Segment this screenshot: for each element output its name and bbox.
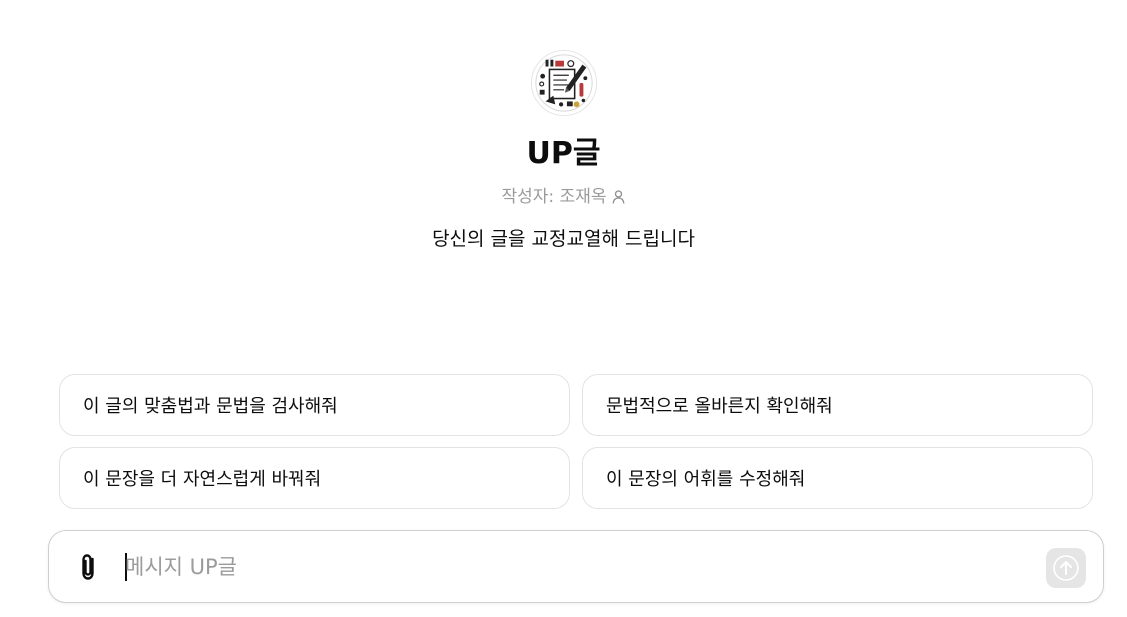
attach-button[interactable] <box>73 551 105 583</box>
author-label: 작성자: 조재옥 <box>501 187 607 207</box>
message-composer <box>48 530 1104 603</box>
suggestion-label: 이 문장의 어휘를 수정해줘 <box>606 469 806 490</box>
suggestion-label: 문법적으로 올바른지 확인해줘 <box>606 396 833 417</box>
suggestion-card[interactable]: 이 문장을 더 자연스럽게 바꿔줘 <box>59 447 570 509</box>
gpt-author[interactable]: 작성자: 조재옥 <box>502 186 626 208</box>
message-input[interactable] <box>125 549 1025 585</box>
suggestion-card[interactable]: 이 글의 맞춤법과 문법을 검사해줘 <box>59 374 570 436</box>
gpt-name: UP글 <box>526 136 601 171</box>
suggestion-card[interactable]: 문법적으로 올바른지 확인해줘 <box>582 374 1093 436</box>
arrow-up-icon <box>1053 555 1079 581</box>
person-icon <box>612 190 625 204</box>
suggestion-label: 이 문장을 더 자연스럽게 바꿔줘 <box>83 469 322 490</box>
suggestion-grid: 이 글의 맞춤법과 문법을 검사해줘 문법적으로 올바른지 확인해줘 이 문장을… <box>59 374 1093 509</box>
suggestion-label: 이 글의 맞춤법과 문법을 검사해줘 <box>83 396 338 417</box>
pencil-document-icon <box>531 51 596 115</box>
paperclip-icon <box>82 554 94 580</box>
gpt-description: 당신의 글을 교정교열해 드립니다 <box>432 228 695 250</box>
gpt-avatar <box>530 50 597 116</box>
send-button[interactable] <box>1046 548 1086 588</box>
chat-page: UP글 작성자: 조재옥 당신의 글을 교정교열해 드립니다 이 글의 맞춤법과… <box>0 0 1127 617</box>
suggestion-card[interactable]: 이 문장의 어휘를 수정해줘 <box>582 447 1093 509</box>
gpt-profile: UP글 작성자: 조재옥 당신의 글을 교정교열해 드립니다 <box>0 50 1127 252</box>
